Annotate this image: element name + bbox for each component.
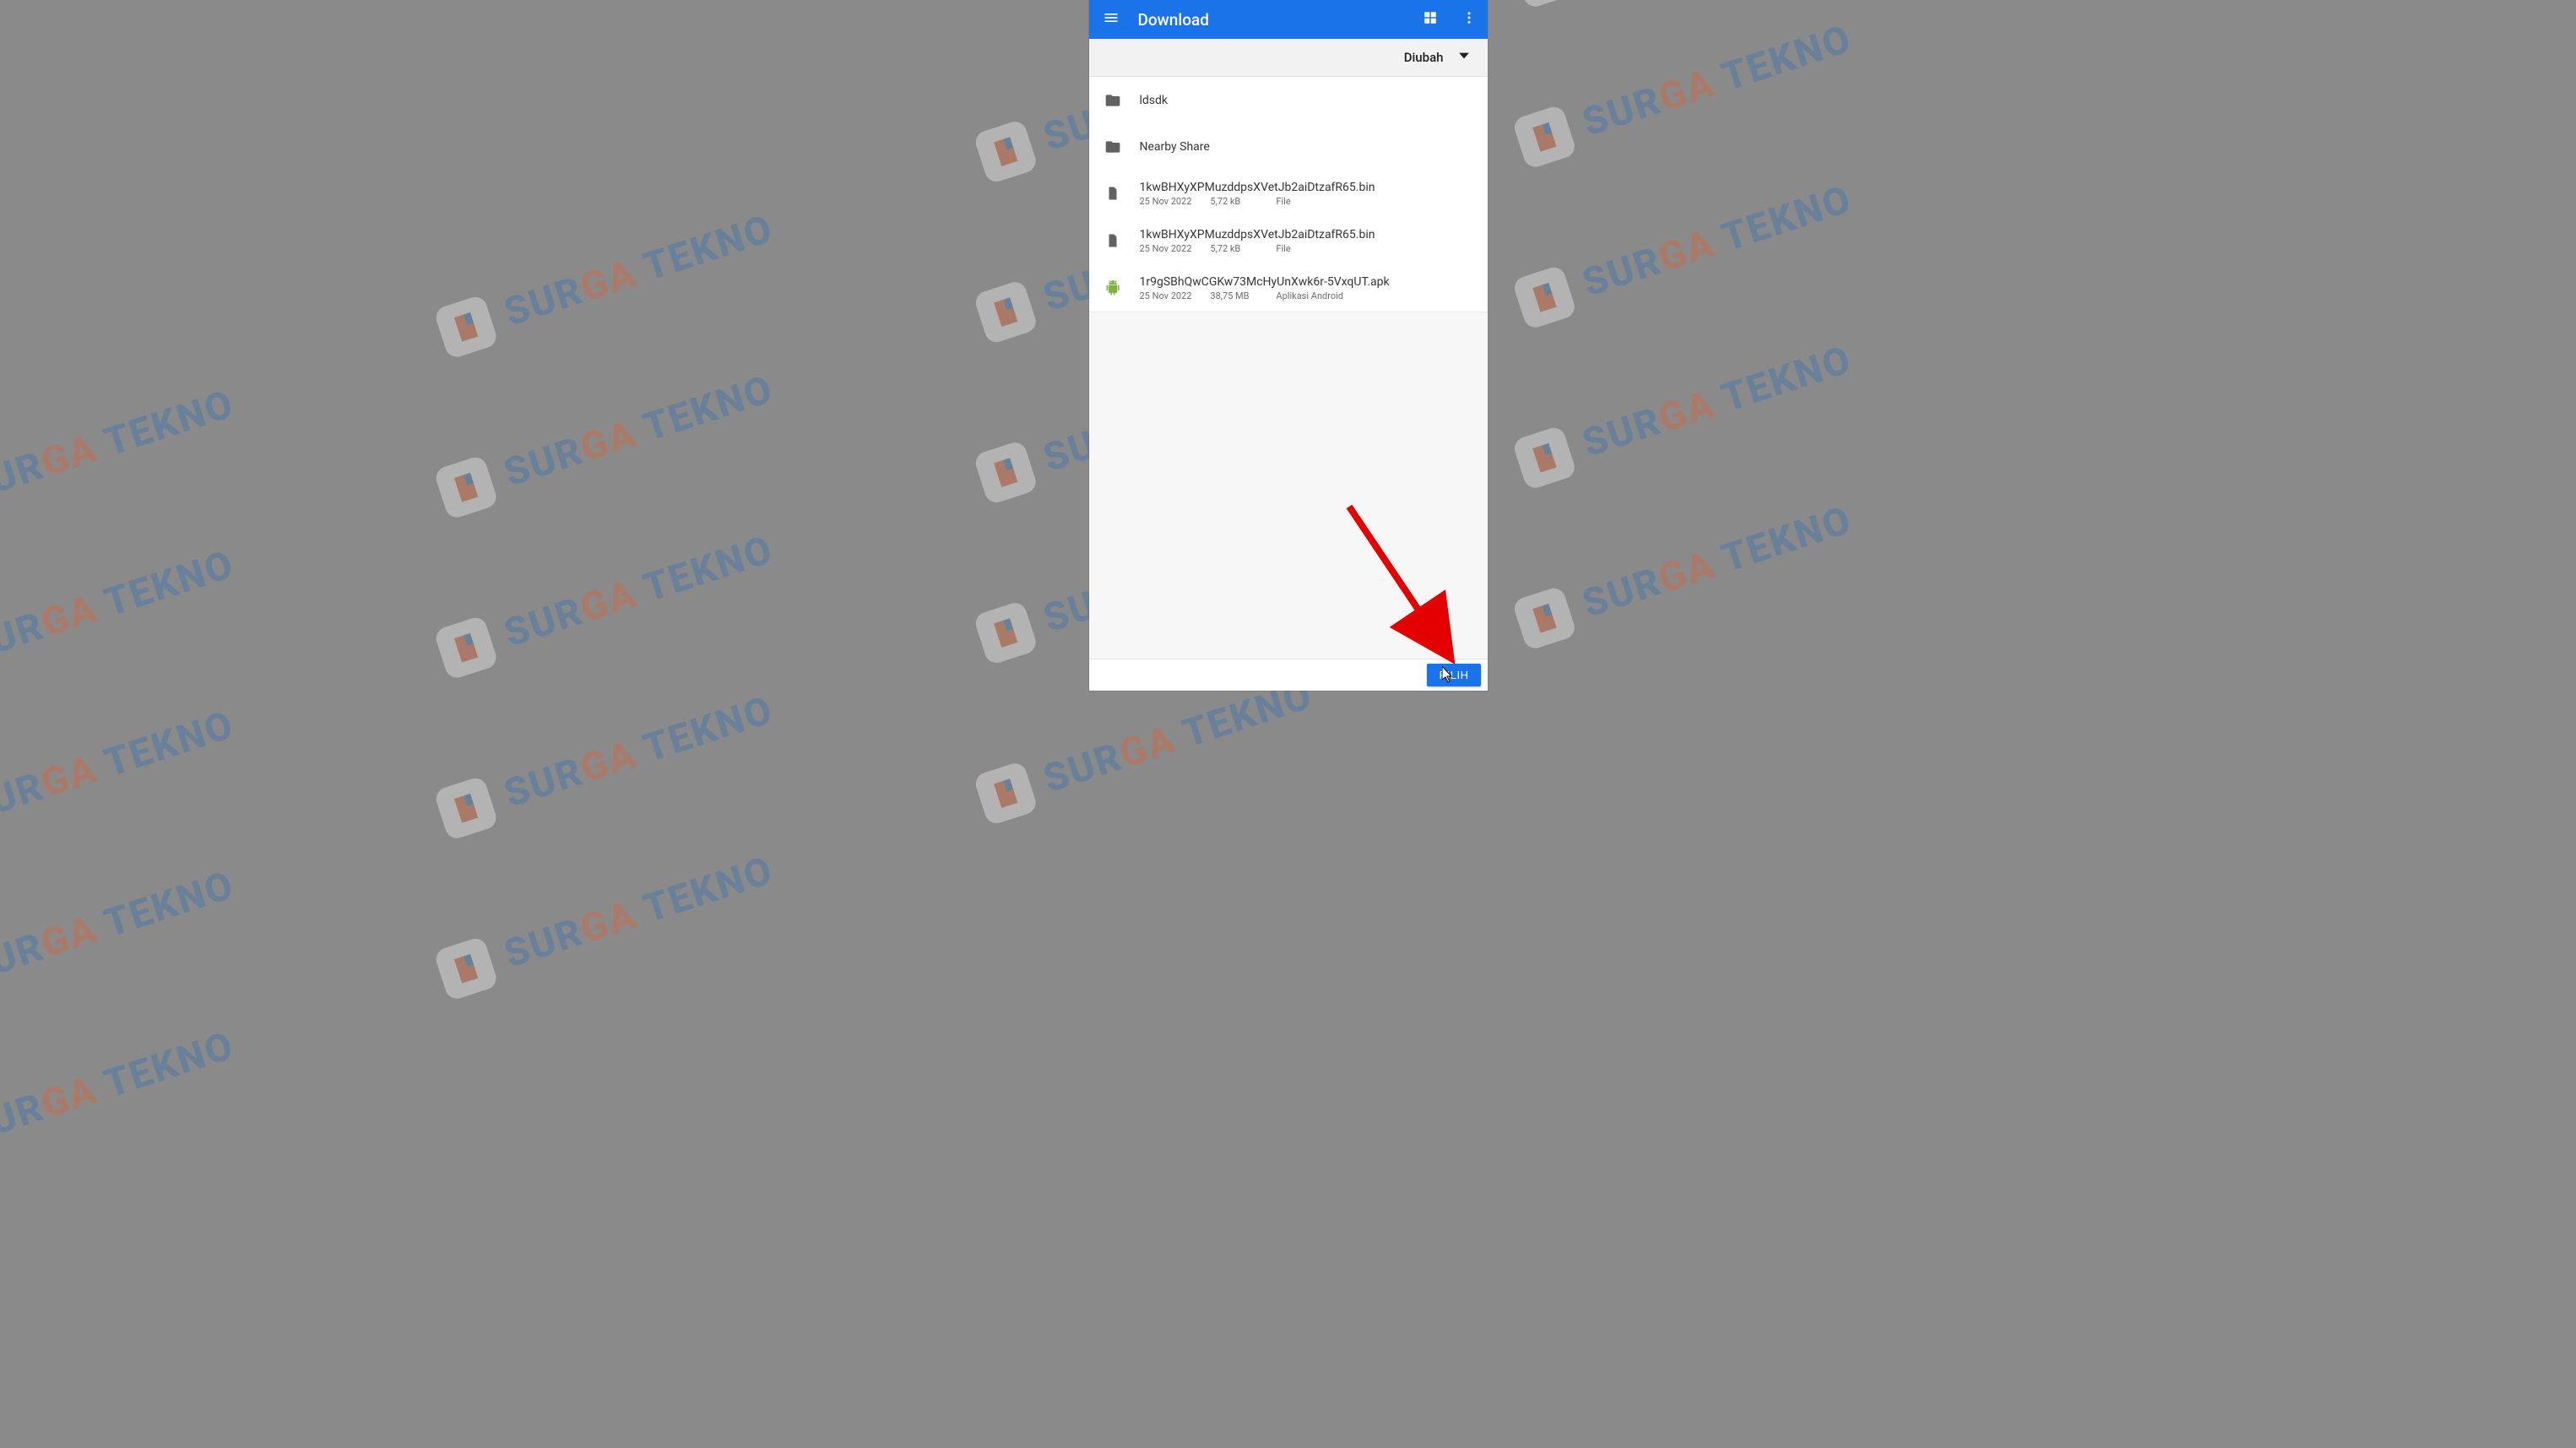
item-size: 5,72 kB <box>1210 243 1257 254</box>
list-item[interactable]: 1kwBHXyXPMuzddpsXVetJb2aiDtzafR65.bin 25… <box>1089 217 1488 264</box>
chevron-down-icon <box>1456 47 1472 68</box>
item-type: File <box>1276 243 1290 254</box>
item-name: 1kwBHXyXPMuzddpsXVetJb2aiDtzafR65.bin <box>1140 181 1375 194</box>
file-icon <box>1103 233 1123 248</box>
list-item[interactable]: Nearby Share <box>1089 123 1488 170</box>
app-bar: Download <box>1089 0 1488 39</box>
android-icon <box>1103 279 1123 296</box>
hamburger-icon <box>1103 9 1120 30</box>
item-size: 5,72 kB <box>1210 196 1257 207</box>
item-type: Aplikasi Android <box>1276 290 1343 301</box>
bottom-bar: PILIH <box>1089 659 1488 691</box>
sort-bar[interactable]: Diubah <box>1089 39 1488 77</box>
grid-icon <box>1423 10 1438 29</box>
item-date: 25 Nov 2022 <box>1140 243 1192 254</box>
item-type: File <box>1276 196 1290 207</box>
item-name: 1r9gSBhQwCGKw73McHyUnXwk6r-5VxqUT.apk <box>1140 275 1390 289</box>
list-item[interactable]: 1r9gSBhQwCGKw73McHyUnXwk6r-5VxqUT.apk 25… <box>1089 264 1488 312</box>
item-name: Nearby Share <box>1140 140 1210 154</box>
file-list[interactable]: ldsdk Nearby Share 1kwBHXyXPMuzddpsXVetJ… <box>1089 77 1488 659</box>
file-picker-window: Download Diubah ldsdk <box>1089 0 1488 691</box>
item-name: ldsdk <box>1140 94 1169 107</box>
item-name: 1kwBHXyXPMuzddpsXVetJb2aiDtzafR65.bin <box>1140 228 1375 241</box>
item-meta: 25 Nov 2022 5,72 kB File <box>1140 243 1375 254</box>
file-icon <box>1103 186 1123 201</box>
select-button[interactable]: PILIH <box>1427 664 1480 686</box>
menu-button[interactable] <box>1099 8 1123 31</box>
list-item[interactable]: ldsdk <box>1089 77 1488 123</box>
view-grid-button[interactable] <box>1418 8 1442 31</box>
folder-icon <box>1103 92 1123 109</box>
item-meta: 25 Nov 2022 38,75 MB Aplikasi Android <box>1140 290 1390 301</box>
item-meta: 25 Nov 2022 5,72 kB File <box>1140 196 1375 207</box>
overflow-menu-button[interactable] <box>1457 8 1481 31</box>
more-vert-icon <box>1462 10 1477 29</box>
sort-label: Diubah <box>1404 50 1444 65</box>
item-date: 25 Nov 2022 <box>1140 290 1192 301</box>
list-item[interactable]: 1kwBHXyXPMuzddpsXVetJb2aiDtzafR65.bin 25… <box>1089 170 1488 217</box>
item-date: 25 Nov 2022 <box>1140 196 1192 207</box>
folder-icon <box>1103 138 1123 155</box>
item-size: 38,75 MB <box>1210 290 1257 301</box>
page-title: Download <box>1138 10 1403 30</box>
